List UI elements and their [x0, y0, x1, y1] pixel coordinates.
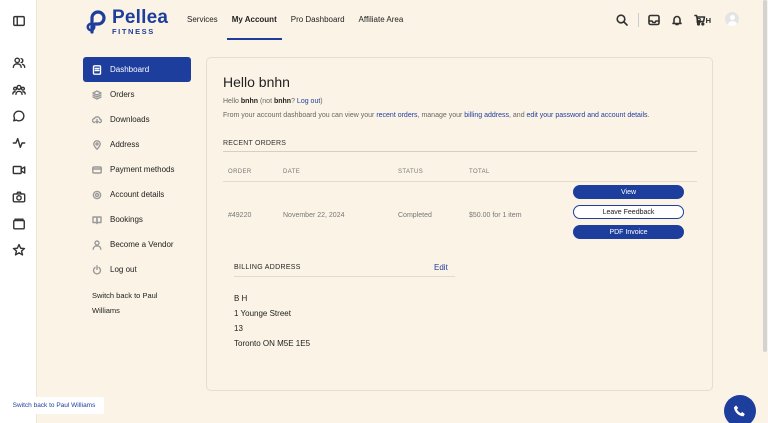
sidebar-item-account-details[interactable]: Account details [83, 182, 191, 207]
leave-feedback-button[interactable]: Leave Feedback [573, 205, 684, 219]
hello-line: Hello bnhn (not bnhn? Log out) [223, 98, 323, 105]
header-divider [638, 13, 639, 27]
recent-orders-title: RECENT ORDERS [223, 140, 287, 147]
column-status: STATUS [398, 169, 424, 175]
sidebar-item-bookings[interactable]: Bookings [83, 207, 191, 232]
sidebar-item-label: Log out [110, 265, 137, 274]
phone-icon [733, 405, 745, 417]
switch-back-float-button[interactable]: Switch back to Paul Williams [4, 397, 104, 414]
power-icon [92, 264, 102, 275]
intro-part: , and [509, 112, 527, 119]
chat-icon[interactable] [11, 108, 27, 124]
order-number[interactable]: #49220 [228, 212, 251, 219]
edit-account-link[interactable]: edit your password and account details [527, 112, 648, 119]
location-icon [92, 139, 102, 150]
download-icon [92, 115, 102, 125]
sidebar-item-label: Account details [110, 190, 165, 199]
sidebar-item-become-a-vendor[interactable]: Become a Vendor [83, 232, 191, 257]
person-icon [92, 239, 102, 250]
video-icon[interactable] [11, 162, 27, 178]
sidebar-toggle-icon[interactable] [11, 13, 27, 29]
star-icon[interactable] [11, 242, 27, 258]
sidebar-item-label: Dashboard [110, 65, 150, 74]
user-initials[interactable]: B H [696, 16, 712, 25]
divider [223, 151, 697, 152]
address-line: 1 Younge Street [234, 309, 291, 318]
main-nav: Services My Account Pro Dashboard Affili… [187, 15, 417, 40]
billing-address-link[interactable]: billing address [464, 112, 509, 119]
column-date: DATE [283, 169, 301, 175]
nav-services[interactable]: Services [187, 15, 218, 24]
address-line: 13 [234, 324, 243, 333]
nav-pro-dashboard[interactable]: Pro Dashboard [291, 15, 345, 24]
bell-icon[interactable] [671, 14, 683, 26]
phone-call-button[interactable] [724, 395, 756, 423]
column-order: ORDER [228, 169, 252, 175]
dashboard-icon [92, 64, 102, 75]
left-rail [0, 0, 37, 423]
billing-address-title: BILLING ADDRESS [234, 264, 301, 271]
recent-orders-link[interactable]: recent orders [376, 112, 417, 119]
sidebar-item-payment-methods[interactable]: Payment methods [83, 157, 191, 182]
logo-mark-icon [85, 10, 109, 34]
sidebar-item-label: Orders [110, 90, 135, 99]
inbox-icon[interactable] [648, 14, 660, 26]
sidebar-item-dashboard[interactable]: Dashboard [83, 57, 191, 82]
hello-close: ) [320, 98, 323, 105]
book-icon [92, 215, 102, 225]
header-actions [605, 13, 706, 27]
sidebar-item-address[interactable]: Address [83, 132, 191, 157]
switch-back-link[interactable]: Switch back to Paul Williams [83, 288, 173, 318]
nav-my-account[interactable]: My Account [226, 15, 282, 40]
intro-part: . [647, 112, 650, 119]
top-header: Pellea FITNESS Services My Account Pro D… [37, 0, 768, 41]
logout-link[interactable]: Log out [297, 98, 320, 105]
sidebar-item-label: Bookings [110, 215, 143, 224]
dashboard-card: Hello bnhn Hello bnhn (not bnhn? Log out… [206, 57, 713, 391]
sidebar-item-label: Payment methods [110, 165, 175, 174]
nav-affiliate-area[interactable]: Affiliate Area [359, 15, 404, 24]
hello-username-repeat: bnhn [273, 98, 292, 105]
brand-logo[interactable]: Pellea FITNESS [85, 8, 168, 36]
activity-icon[interactable] [11, 135, 27, 151]
pdf-invoice-button[interactable]: PDF Invoice [573, 225, 684, 239]
page-title: Hello bnhn [223, 74, 290, 90]
account-sidebar: Dashboard Orders Downloads Address Payme… [83, 57, 191, 318]
scrollbar[interactable] [763, 0, 767, 352]
intro-part: From your account dashboard you can view… [223, 112, 377, 119]
sidebar-item-downloads[interactable]: Downloads [83, 107, 191, 132]
order-total: $50.00 for 1 item [469, 212, 522, 219]
orders-icon [92, 89, 102, 100]
sidebar-item-label: Downloads [110, 115, 150, 124]
group-icon[interactable] [11, 82, 27, 98]
sidebar-item-label: Become a Vendor [110, 240, 174, 249]
order-status: Completed [398, 212, 432, 219]
view-button[interactable]: View [573, 185, 684, 199]
avatar[interactable] [725, 12, 739, 26]
search-icon[interactable] [616, 14, 628, 26]
billing-edit-link[interactable]: Edit [434, 263, 448, 272]
card-icon [92, 165, 102, 175]
sidebar-item-orders[interactable]: Orders [83, 82, 191, 107]
brand-subtitle: FITNESS [112, 27, 155, 36]
users-icon[interactable] [11, 55, 27, 71]
sidebar-item-log-out[interactable]: Log out [83, 257, 191, 282]
divider [223, 181, 697, 182]
hello-not: (not [258, 98, 274, 105]
intro-text: From your account dashboard you can view… [223, 112, 650, 119]
hello-username: bnhn [240, 98, 259, 105]
brand-name: Pellea [112, 7, 169, 28]
address-line: B H [234, 294, 248, 303]
column-total: TOTAL [469, 169, 490, 175]
folder-icon[interactable] [11, 216, 27, 232]
address-line: Toronto ON M5E 1E5 [234, 339, 311, 348]
hello-prefix: Hello [223, 98, 241, 105]
sidebar-item-label: Address [110, 140, 140, 149]
camera-icon[interactable] [11, 189, 27, 205]
billing-address: B H 1 Younge Street 13 Toronto ON M5E 1E… [234, 291, 310, 351]
divider [234, 276, 455, 277]
intro-part: , manage your [417, 112, 465, 119]
gear-icon [92, 190, 102, 200]
order-date: November 22, 2024 [283, 212, 345, 219]
